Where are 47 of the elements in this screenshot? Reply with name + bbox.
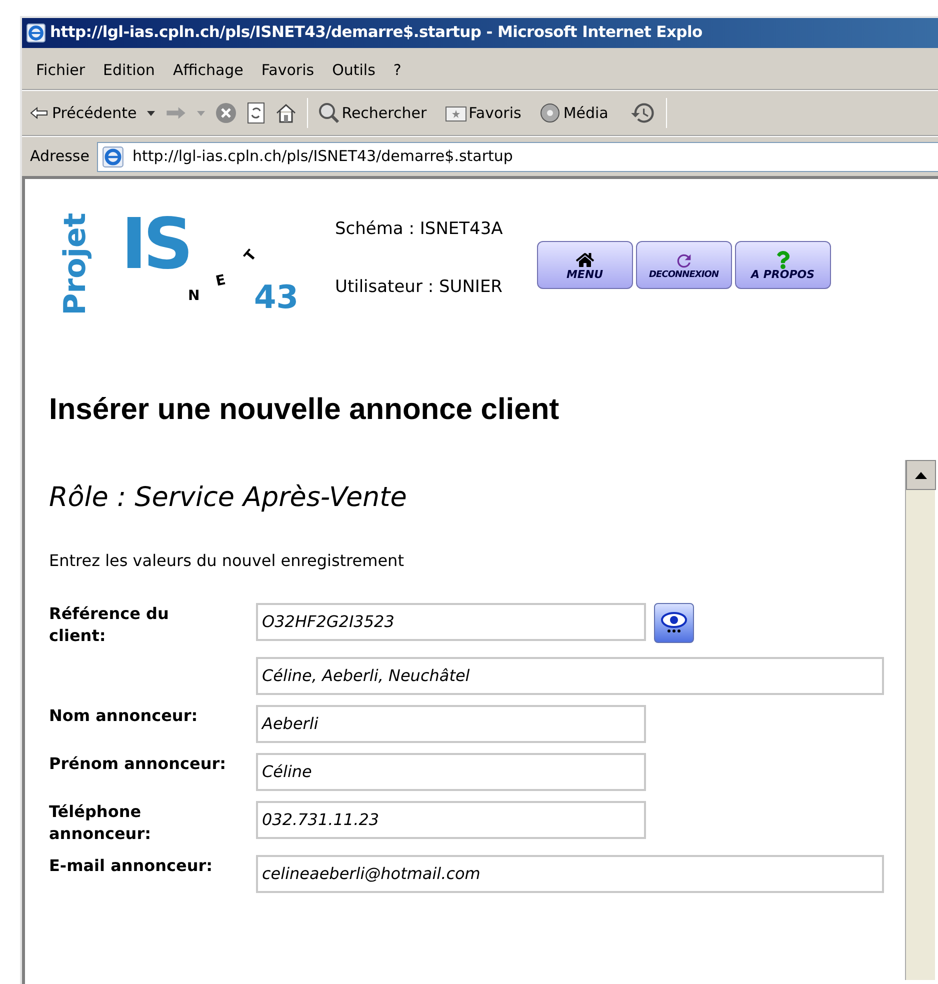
session-info: Utilisateur : SUNIER	[335, 276, 503, 298]
browser-icon	[26, 23, 46, 43]
field-label: Référence du client:	[49, 602, 170, 646]
input-field[interactable]: 032.731.11.23	[256, 800, 646, 838]
logo-drawing: Projet IS N E T 43	[57, 209, 300, 318]
back-arrow-icon	[30, 107, 48, 119]
menu-item[interactable]: Edition	[97, 59, 161, 82]
field-label: E-mail annonceur:	[49, 854, 214, 876]
menu-item[interactable]: ?	[387, 59, 408, 82]
nav-button[interactable]: DECONNEXION	[636, 241, 732, 289]
nav-button[interactable]: A PROPOS	[734, 241, 831, 289]
search-button[interactable]: Rechercher	[318, 102, 427, 124]
menu-item[interactable]: Favoris	[255, 59, 320, 82]
input-field[interactable]: O32HF2G2I3523	[256, 602, 646, 640]
scroll-up-icon[interactable]	[915, 472, 927, 478]
stop-icon[interactable]	[214, 102, 237, 124]
refresh-icon[interactable]	[246, 102, 265, 124]
back-button[interactable]: Précédente	[30, 102, 137, 124]
input-field[interactable]: Céline	[256, 752, 646, 790]
page-heading: Insérer une nouvelle annonce client	[49, 392, 560, 428]
dropdown-icon[interactable]	[146, 110, 155, 116]
input-field[interactable]: Céline, Aeberli, Neuchâtel	[256, 656, 884, 694]
menu-item[interactable]: Fichier	[30, 59, 92, 82]
field-label: Prénom annonceur:	[49, 752, 228, 774]
instruction-text: Entrez les valeurs du nouvel enregistrement	[49, 550, 405, 572]
scrollbar[interactable]	[905, 460, 935, 980]
field-label: Nom annonceur:	[49, 704, 199, 726]
role-heading: Rôle : Service Après-Vente	[49, 481, 408, 515]
eye-icon	[660, 610, 688, 636]
field-label: Téléphone annonceur:	[49, 800, 152, 844]
home-icon[interactable]	[274, 103, 297, 123]
address-field[interactable]: http://lgl-ias.cpln.ch/pls/ISNET43/demarre$.startup	[97, 142, 938, 172]
address-label: Adresse	[30, 146, 90, 168]
input-field[interactable]: Aeberli	[256, 704, 646, 742]
session-info: Schéma : ISNET43A	[335, 218, 503, 241]
media-icon	[539, 102, 562, 124]
menu-item[interactable]: Affichage	[166, 59, 250, 82]
media-button[interactable]: Média	[539, 102, 608, 124]
search-icon	[318, 102, 340, 124]
page-icon	[102, 146, 124, 168]
window-title: http://lgl-ias.cpln.ch/pls/ISNET43/demarre$.startup - Microsoft Internet Explo	[50, 22, 702, 44]
home-icon	[576, 250, 594, 268]
nav-button[interactable]: MENU	[536, 241, 633, 289]
menu-item[interactable]: Outils	[326, 59, 382, 82]
input-field[interactable]: celineaeberli@hotmail.com	[256, 854, 884, 892]
lookup-button[interactable]	[654, 602, 694, 642]
favorites-button[interactable]: Favoris	[444, 102, 522, 124]
